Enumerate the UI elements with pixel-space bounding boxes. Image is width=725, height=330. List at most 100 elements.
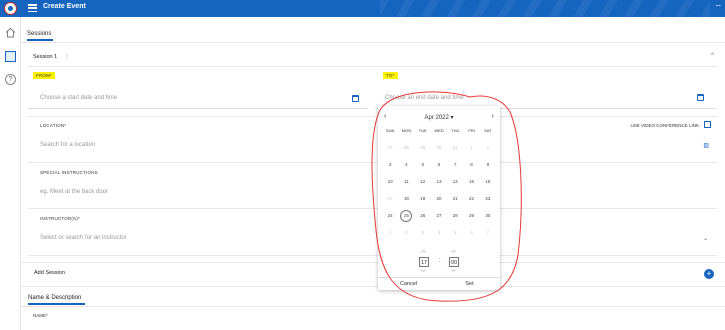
tab-sessions[interactable]: Sessions — [27, 31, 54, 41]
day-number: 10 — [387, 179, 393, 184]
hour-down-icon[interactable]: ﹀ — [421, 269, 426, 276]
minute-input[interactable]: 00 — [449, 257, 459, 267]
day-number: 1 — [470, 145, 473, 150]
calendar-day[interactable]: 17 — [382, 196, 398, 201]
calendar-day[interactable]: 4 — [431, 230, 447, 235]
calendar-day[interactable]: 13 — [431, 179, 447, 184]
divider — [20, 306, 725, 307]
map-icon[interactable]: ▥ — [703, 142, 709, 149]
divider — [28, 162, 717, 163]
day-number: 22 — [469, 196, 475, 201]
calendar-day[interactable]: 29 — [415, 145, 431, 150]
calendar-day[interactable]: 6 — [463, 230, 479, 235]
calendar-day[interactable]: 5 — [447, 230, 463, 235]
calendar-day[interactable]: 3 — [382, 162, 398, 167]
day-number: 20 — [436, 196, 442, 201]
day-number: 26 — [420, 213, 426, 218]
calendar-day[interactable]: 7 — [447, 162, 463, 167]
calendar-day[interactable]: 2 — [398, 230, 414, 235]
video-conference-label: USE VIDEO CONFERENCE LINK — [630, 123, 699, 128]
minute-down-icon[interactable]: ﹀ — [451, 269, 456, 276]
tab-name-description[interactable]: Name & Description — [28, 295, 86, 305]
day-number: 24 — [387, 213, 393, 218]
day-number: 1 — [388, 230, 392, 235]
to-calendar-icon[interactable] — [697, 94, 704, 101]
weekday-header: SUN MON TUE WED THU FRI SAT — [382, 128, 496, 133]
calendar-day[interactable]: 28 — [398, 145, 414, 150]
calendar-day[interactable]: 26 — [415, 213, 431, 218]
day-number: 7 — [486, 230, 490, 235]
divider — [28, 255, 717, 256]
instructors-input[interactable]: Select or search for an instructor — [40, 235, 127, 241]
calendar-day[interactable]: 30 — [480, 213, 496, 218]
calendar-day[interactable]: 24 — [382, 213, 398, 218]
calendar-day[interactable]: 19 — [415, 196, 431, 201]
calendar-day[interactable]: 11 — [398, 179, 414, 184]
cancel-button[interactable]: Cancel — [378, 278, 439, 290]
calendar-day[interactable]: 12 — [415, 179, 431, 184]
time-selector: ︿ 17 ﹀ : ︿ 00 ﹀ — [418, 247, 462, 279]
day-number: 30 — [436, 145, 442, 150]
next-month-icon[interactable]: › — [492, 113, 494, 120]
instructors-label: INSTRUCTOR(S)* — [40, 216, 80, 221]
calendar-day[interactable]: 27 — [382, 145, 398, 150]
calendar-day[interactable]: 2 — [480, 145, 496, 150]
app-header: Create Event ⌔ — [0, 0, 725, 17]
calendar-day[interactable]: 1 — [463, 145, 479, 150]
day-number: 12 — [420, 179, 426, 184]
add-session-plus-icon[interactable]: + — [704, 269, 714, 279]
collapse-chevron-icon[interactable]: ^ — [711, 53, 714, 59]
calendar-day[interactable]: 23 — [480, 196, 496, 201]
special-instructions-input[interactable]: eg. Meet at the back door — [40, 189, 108, 195]
calendar-week-row: 24 25 26 27 28 29 30 — [382, 207, 496, 224]
calendar-day[interactable]: 21 — [447, 196, 463, 201]
set-button[interactable]: Set — [439, 278, 500, 290]
add-session-button[interactable]: Add Session — [34, 270, 65, 276]
video-conference-checkbox[interactable] — [704, 121, 711, 128]
calendar-nav-icon[interactable] — [5, 51, 16, 62]
calendar-day[interactable]: 30 — [431, 145, 447, 150]
day-number: 8 — [470, 162, 473, 167]
picker-footer: Cancel Set — [378, 277, 500, 290]
calendar-day[interactable]: 4 — [398, 162, 414, 167]
day-number: 14 — [452, 179, 458, 184]
calendar-day[interactable]: 16 — [480, 179, 496, 184]
to-input[interactable]: Choose an end date and time — [385, 95, 464, 101]
calendar-day[interactable]: 6 — [431, 162, 447, 167]
chevron-down-icon[interactable]: ⌄ — [703, 235, 708, 242]
calendar-day[interactable]: 7 — [480, 230, 496, 235]
location-input[interactable]: Search for a location — [40, 142, 95, 148]
from-input[interactable]: Choose a start date and time — [40, 95, 117, 101]
weekday-label: WED — [434, 128, 444, 133]
calendar-day[interactable]: 22 — [463, 196, 479, 201]
calendar-day[interactable]: 3 — [415, 230, 431, 235]
home-icon[interactable] — [5, 27, 16, 38]
calendar-day[interactable]: 5 — [415, 162, 431, 167]
hamburger-menu-icon[interactable] — [28, 4, 37, 13]
day-number: 7 — [454, 162, 457, 167]
calendar-day-today[interactable]: 25 — [398, 209, 414, 222]
day-number: 3 — [388, 162, 392, 167]
calendar-day[interactable]: 28 — [447, 213, 463, 218]
weekday-label: SAT — [484, 128, 492, 133]
minute-up-icon[interactable]: ︿ — [451, 247, 456, 254]
calendar-day[interactable]: 20 — [431, 196, 447, 201]
calendar-day[interactable]: 29 — [463, 213, 479, 218]
calendar-day[interactable]: 10 — [382, 179, 398, 184]
session-more-icon[interactable]: ⋮ — [64, 53, 70, 60]
calendar-day[interactable]: 15 — [463, 179, 479, 184]
from-calendar-icon[interactable] — [352, 95, 359, 102]
calendar-day[interactable]: 8 — [463, 162, 479, 167]
hour-input[interactable]: 17 — [419, 257, 429, 267]
calendar-day[interactable]: 9 — [480, 162, 496, 167]
calendar-day[interactable]: 14 — [447, 179, 463, 184]
calendar-day[interactable]: 18 — [398, 196, 414, 201]
day-number: 29 — [469, 213, 475, 218]
help-icon[interactable]: ? — [5, 74, 16, 85]
hour-up-icon[interactable]: ︿ — [421, 247, 426, 254]
weekday-label: SUN — [385, 128, 395, 133]
month-year-selector[interactable]: Apr 2022 ▾ — [378, 114, 500, 121]
calendar-day[interactable]: 27 — [431, 213, 447, 218]
calendar-day[interactable]: 1 — [382, 230, 398, 235]
calendar-day[interactable]: 31 — [447, 145, 463, 150]
